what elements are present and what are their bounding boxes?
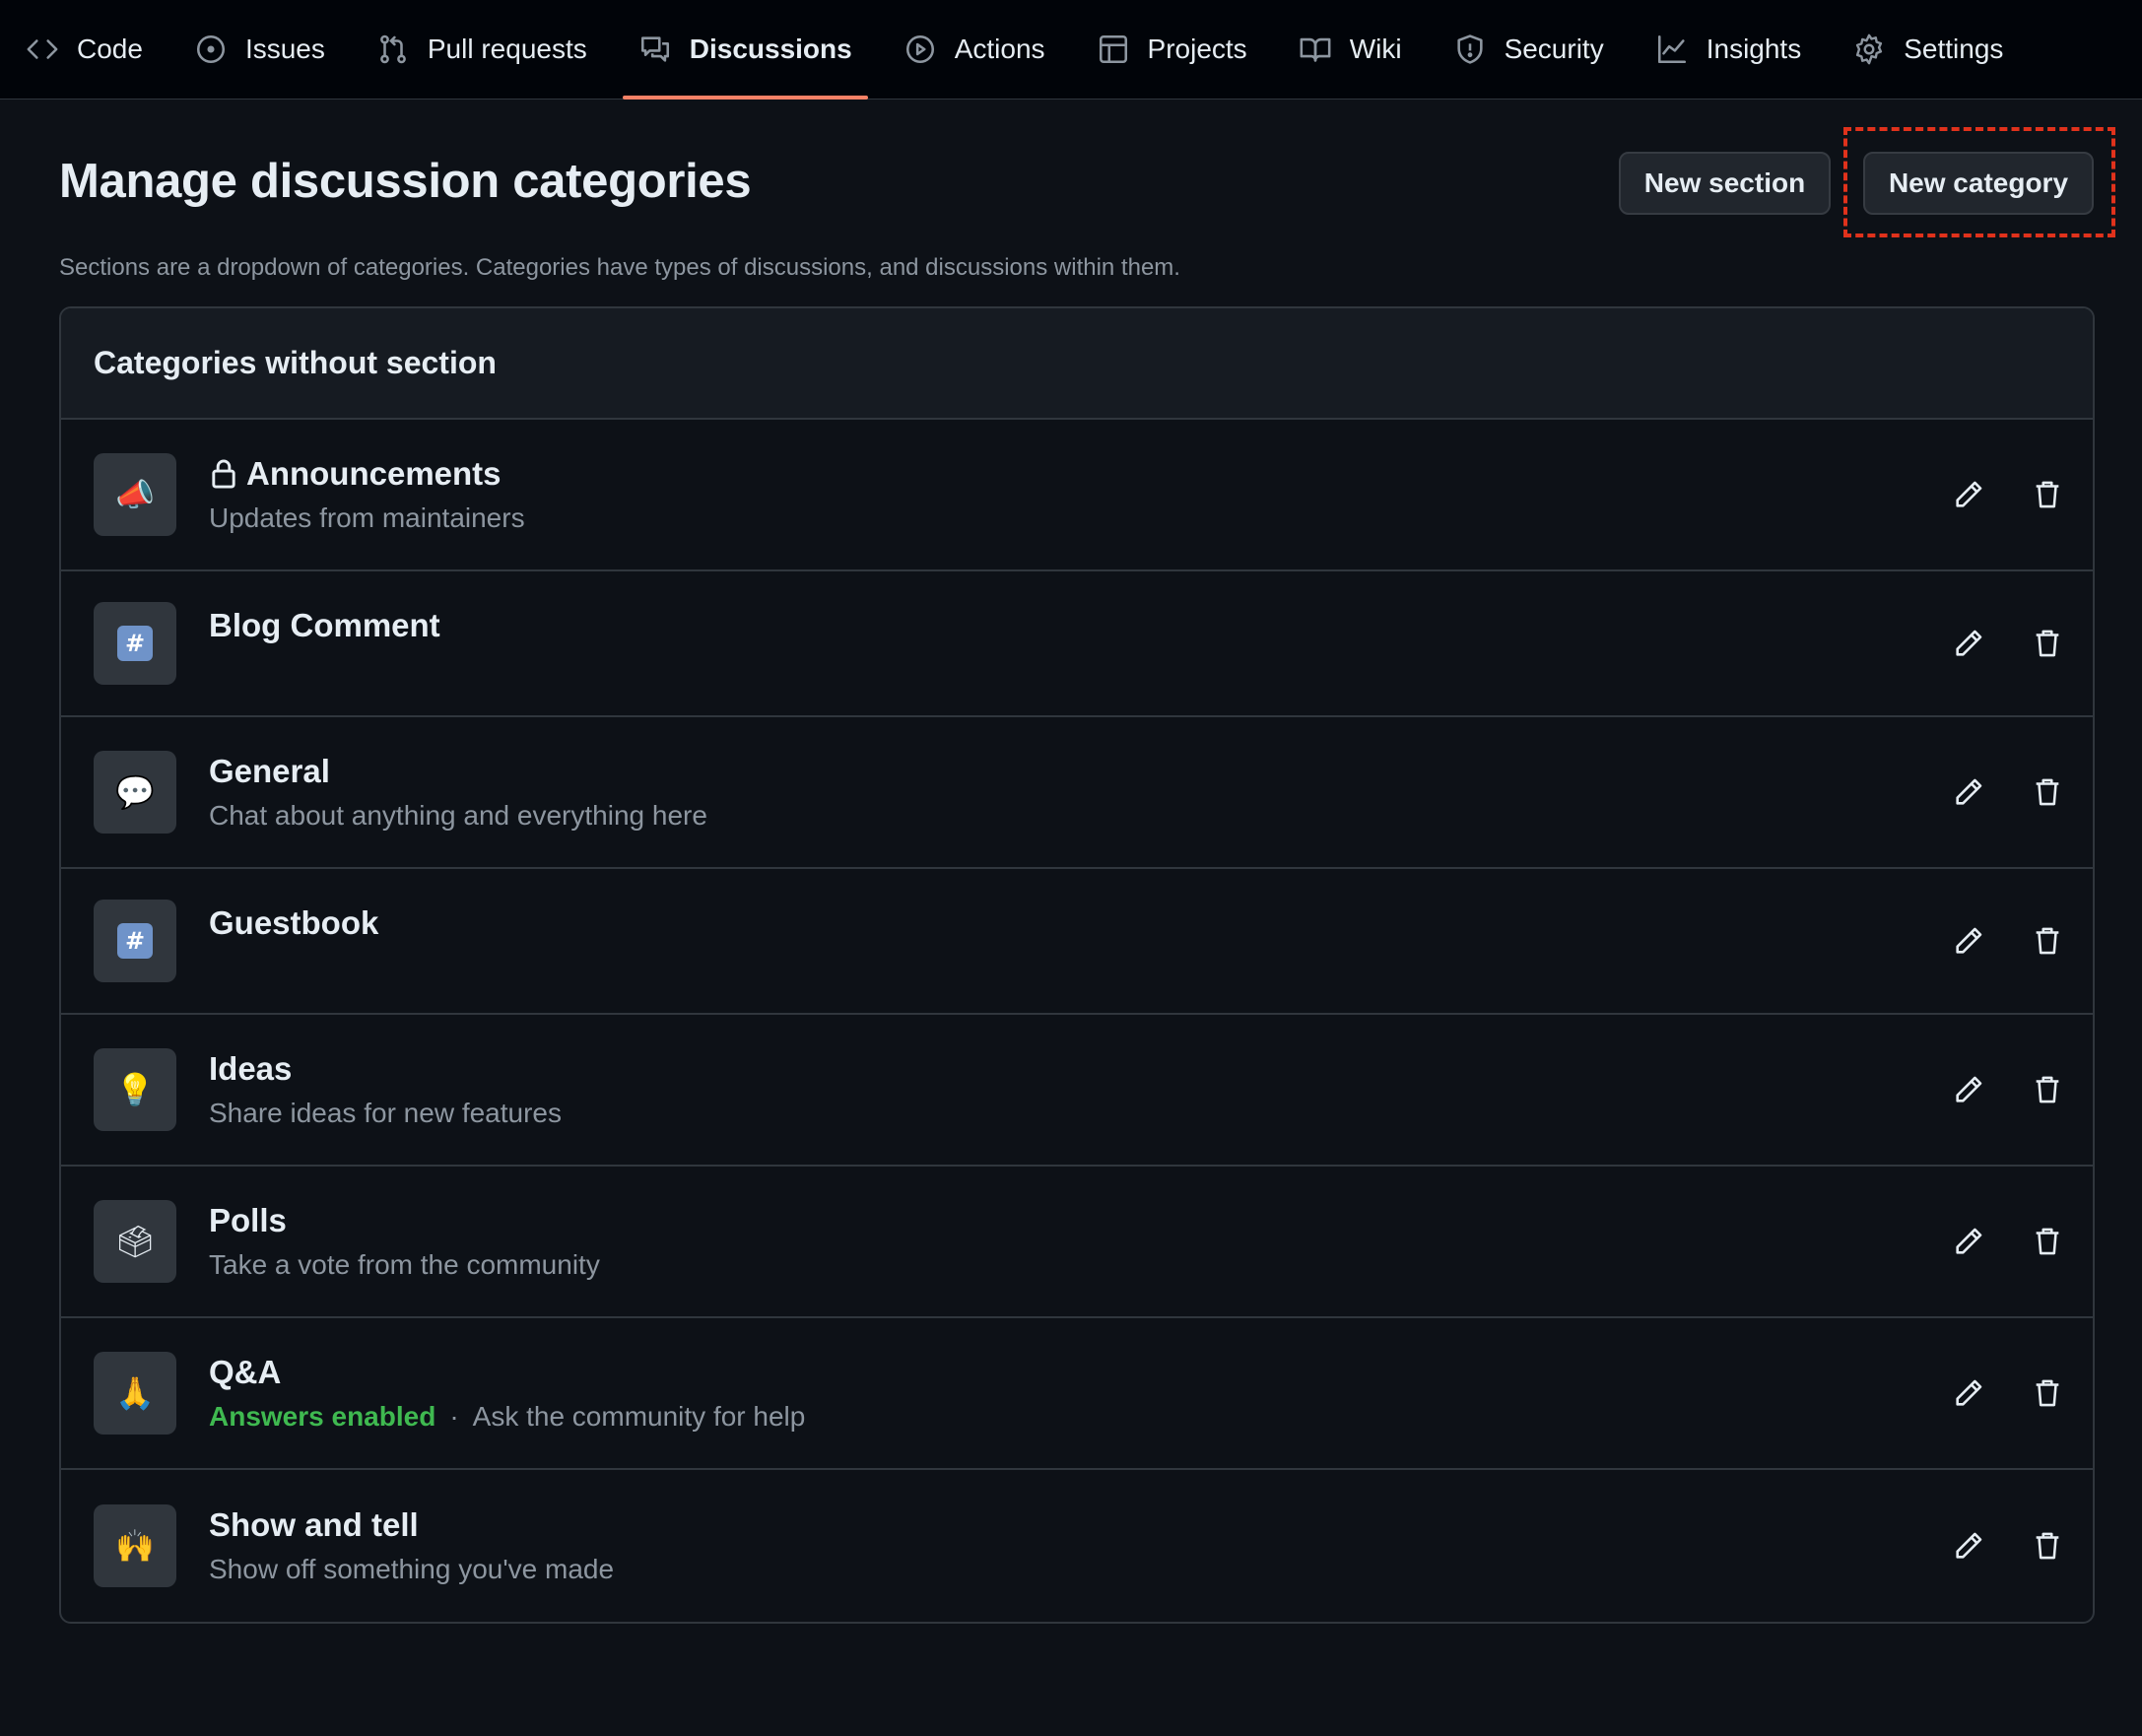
edit-pencil-icon[interactable] <box>1945 1369 1992 1417</box>
categories-box: Categories without section 📣 Announcemen… <box>59 306 2095 1624</box>
tab-wiki[interactable]: Wiki <box>1283 0 1418 99</box>
tab-label: Projects <box>1147 33 1247 64</box>
category-row: # Blog Comment <box>61 571 2093 717</box>
answers-enabled-label: Answers enabled <box>209 1401 436 1432</box>
hash-keycap-icon: # <box>117 923 153 959</box>
box-title: Categories without section <box>61 308 2093 420</box>
category-emoji: 💬 <box>94 751 176 834</box>
tab-label: Actions <box>954 33 1045 64</box>
tab-label: Insights <box>1706 33 1802 64</box>
category-description: Share ideas for new features <box>209 1098 562 1128</box>
trash-icon[interactable] <box>2024 917 2071 965</box>
tab-label: Settings <box>1904 33 2004 64</box>
tab-security[interactable]: Security <box>1438 0 1620 99</box>
category-emoji: 📣 <box>94 453 176 536</box>
separator-dot: · <box>449 1401 459 1432</box>
category-row: 💬 General Chat about anything and everyt… <box>61 717 2093 869</box>
trash-icon[interactable] <box>2024 620 2071 667</box>
trash-icon[interactable] <box>2024 1218 2071 1265</box>
edit-pencil-icon[interactable] <box>1945 917 1992 965</box>
tab-pull-requests[interactable]: Pull requests <box>361 0 603 99</box>
tab-projects[interactable]: Projects <box>1081 0 1263 99</box>
svg-text:#: # <box>125 927 145 955</box>
tab-issues[interactable]: Issues <box>178 0 341 99</box>
tab-discussions[interactable]: Discussions <box>622 0 868 100</box>
new-category-button[interactable]: New category <box>1863 152 2094 215</box>
tab-label: Discussions <box>689 33 852 64</box>
trash-icon[interactable] <box>2024 1369 2071 1417</box>
edit-pencil-icon[interactable] <box>1945 1218 1992 1265</box>
tab-insights[interactable]: Insights <box>1640 0 1818 99</box>
category-emoji: 🗳 <box>94 1200 176 1283</box>
graph-icon <box>1655 33 1689 66</box>
play-icon <box>904 33 937 66</box>
category-name: General <box>209 753 330 789</box>
category-row: # Guestbook <box>61 869 2093 1015</box>
category-row: 🙏 Q&A Answers enabled · Ask the communit… <box>61 1318 2093 1470</box>
tab-label: Issues <box>244 33 325 64</box>
trash-icon[interactable] <box>2024 768 2071 816</box>
category-row: 🙌 Show and tell Show off something you'v… <box>61 1470 2093 1622</box>
edit-pencil-icon[interactable] <box>1945 1522 1992 1569</box>
category-name: Guestbook <box>209 904 379 941</box>
page-title: Manage discussion categories <box>59 155 752 208</box>
category-name: Announcements <box>246 455 502 492</box>
tab-actions[interactable]: Actions <box>888 0 1061 99</box>
category-description: Show off something you've made <box>209 1554 615 1584</box>
category-description: Take a vote from the community <box>209 1249 600 1280</box>
trash-icon[interactable] <box>2024 471 2071 518</box>
table-icon <box>1097 33 1130 66</box>
shield-icon <box>1453 33 1487 66</box>
category-row: 🗳 Polls Take a vote from the community <box>61 1167 2093 1318</box>
trash-icon[interactable] <box>2024 1522 2071 1569</box>
category-emoji: # <box>94 602 176 685</box>
trash-icon[interactable] <box>2024 1066 2071 1113</box>
tab-settings[interactable]: Settings <box>1837 0 2019 99</box>
gear-icon <box>1852 33 1886 66</box>
category-emoji: # <box>94 900 176 982</box>
svg-text:#: # <box>125 630 145 657</box>
tab-label: Code <box>77 33 143 64</box>
page-description: Sections are a dropdown of categories. C… <box>59 254 1180 281</box>
tab-label: Pull requests <box>427 33 587 64</box>
issue-icon <box>194 33 228 66</box>
category-name: Q&A <box>209 1354 282 1390</box>
category-description: Updates from maintainers <box>209 502 525 533</box>
edit-pencil-icon[interactable] <box>1945 1066 1992 1113</box>
edit-pencil-icon[interactable] <box>1945 471 1992 518</box>
category-emoji: 💡 <box>94 1048 176 1131</box>
book-icon <box>1299 33 1332 66</box>
new-section-button[interactable]: New section <box>1619 152 1831 215</box>
category-description: Ask the community for help <box>472 1401 806 1432</box>
category-emoji: 🙏 <box>94 1352 176 1435</box>
discussion-icon <box>638 33 672 66</box>
category-emoji: 🙌 <box>94 1504 176 1587</box>
category-name: Show and tell <box>209 1506 419 1543</box>
edit-pencil-icon[interactable] <box>1945 768 1992 816</box>
category-description: Chat about anything and everything here <box>209 800 707 831</box>
category-row: 💡 Ideas Share ideas for new features <box>61 1015 2093 1167</box>
tab-label: Security <box>1504 33 1604 64</box>
pull-request-icon <box>376 33 410 66</box>
repo-nav: Code Issues Pull requests Discussions Ac… <box>0 0 2142 100</box>
tab-label: Wiki <box>1349 33 1402 64</box>
category-name: Ideas <box>209 1050 293 1087</box>
category-row: 📣 Announcements Updates from maintainers <box>61 420 2093 571</box>
category-name: Polls <box>209 1202 287 1238</box>
lock-icon <box>209 458 238 490</box>
code-icon <box>26 33 59 66</box>
category-name: Blog Comment <box>209 607 440 643</box>
hash-keycap-icon: # <box>117 626 153 661</box>
tab-code[interactable]: Code <box>10 0 159 99</box>
edit-pencil-icon[interactable] <box>1945 620 1992 667</box>
